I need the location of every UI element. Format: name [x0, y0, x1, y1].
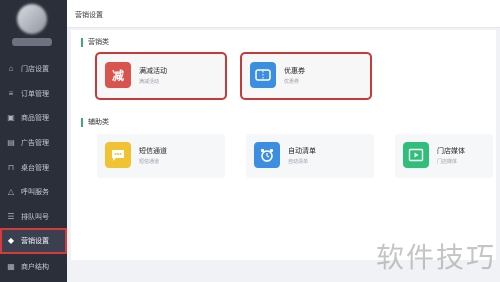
alarm-clock-icon: [254, 142, 280, 168]
card-desc: 自动清单: [288, 159, 309, 165]
sidebar-item-orders[interactable]: ≡ 订单管理: [0, 81, 67, 107]
box-icon: ▣: [7, 113, 15, 122]
chat-icon: [105, 142, 131, 168]
card-coupon[interactable]: 优惠券 优惠券: [242, 54, 370, 98]
discount-icon: 减: [105, 62, 131, 88]
video-icon: [403, 142, 429, 168]
card-name: 优惠券: [284, 68, 305, 75]
structure-icon: ▦: [7, 262, 15, 271]
avatar[interactable]: [17, 4, 47, 34]
card-name: 满减活动: [139, 68, 167, 75]
sidebar-item-marketing[interactable]: ◆ 营销设置: [0, 228, 67, 254]
sidebar-item-label: 门店设置: [21, 66, 49, 73]
sidebar-item-label: 广告管理: [21, 140, 49, 147]
sidebar-item-call-service[interactable]: △ 呼叫服务: [0, 179, 67, 205]
card-full-reduction[interactable]: 减 满减活动 满减活动: [97, 54, 225, 98]
page-title: 营销设置: [75, 12, 103, 19]
sidebar-item-structure[interactable]: ▦ 商户结构: [0, 254, 67, 280]
sidebar-item-tables[interactable]: ⊓ 桌台管理: [0, 155, 67, 181]
ad-icon: ▤: [7, 138, 15, 147]
card-name: 短信通道: [139, 148, 167, 155]
card-name: 门店媒体: [437, 148, 465, 155]
watermark-text: 软件技巧: [375, 241, 496, 274]
card-auto-list[interactable]: 自动清单 自动清单: [246, 134, 374, 178]
home-icon: ⌂: [8, 64, 14, 73]
card-name: 自动清单: [288, 148, 316, 155]
queue-icon: ☰: [7, 212, 15, 221]
sidebar-item-label: 商品管理: [21, 115, 49, 122]
section-title-marketing: 营销类: [81, 38, 109, 47]
card-desc: 短信通道: [139, 159, 160, 165]
section-title-auxiliary: 辅助类: [81, 118, 109, 127]
sidebar-item-label: 商户结构: [21, 264, 49, 271]
sidebar-item-label: 桌台管理: [21, 165, 49, 172]
ticket-icon: [250, 62, 276, 88]
card-desc: 满减活动: [139, 79, 160, 85]
sidebar: ⌂ 门店设置 ≡ 订单管理 ▣ 商品管理 ▤ 广告管理 ⊓ 桌台管理 △ 呼叫服…: [0, 0, 67, 282]
sidebar-item-queue[interactable]: ☰ 排队叫号: [0, 204, 67, 230]
sidebar-item-label: 订单管理: [21, 91, 49, 98]
bell-icon: △: [7, 187, 15, 196]
card-desc: 门店媒体: [437, 159, 458, 165]
list-icon: ≡: [8, 89, 14, 98]
sidebar-item-label: 排队叫号: [21, 214, 49, 221]
sidebar-item-label: 呼叫服务: [21, 189, 49, 196]
marketing-icon: ◆: [7, 236, 15, 245]
card-desc: 优惠券: [284, 79, 300, 85]
sidebar-item-store-settings[interactable]: ⌂ 门店设置: [0, 56, 67, 82]
card-store-media[interactable]: 门店媒体 门店媒体: [395, 134, 493, 178]
username-blurred: [12, 38, 52, 46]
table-icon: ⊓: [7, 163, 15, 172]
content-panel: 营销类 减 满减活动 满减活动 优惠券 优惠券 辅助类 短信通道 短信通道 自动…: [71, 30, 496, 260]
card-sms-channel[interactable]: 短信通道 短信通道: [97, 134, 225, 178]
page-header: 营销设置: [67, 0, 500, 28]
sidebar-item-ads[interactable]: ▤ 广告管理: [0, 130, 67, 156]
sidebar-item-label: 营销设置: [21, 238, 49, 245]
sidebar-item-products[interactable]: ▣ 商品管理: [0, 105, 67, 131]
